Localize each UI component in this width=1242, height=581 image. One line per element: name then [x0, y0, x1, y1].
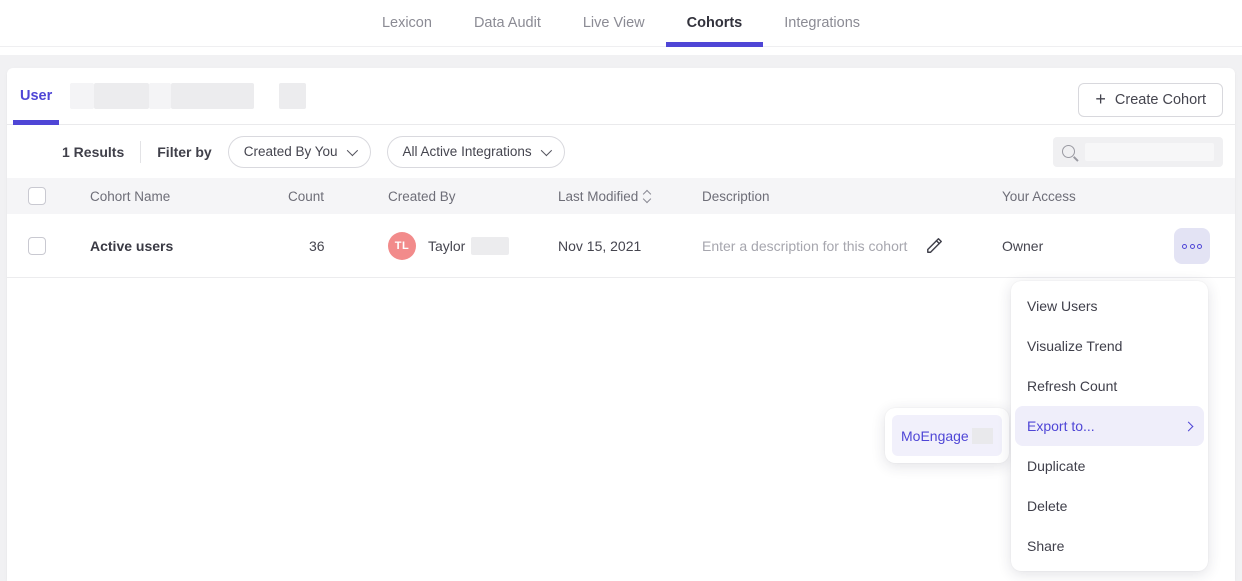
create-cohort-button[interactable]: + Create Cohort: [1078, 83, 1223, 117]
nav-tab-live-view[interactable]: Live View: [562, 0, 666, 46]
header-last-modified[interactable]: Last Modified: [558, 189, 702, 204]
chevron-down-icon: [540, 144, 551, 155]
header-last-modified-label: Last Modified: [558, 189, 638, 204]
created-by-dropdown-value: Created By You: [244, 144, 338, 159]
select-all-checkbox[interactable]: [28, 187, 46, 205]
chevron-down-icon: [346, 144, 357, 155]
redacted-block: [1085, 143, 1214, 161]
menu-item-label: Duplicate: [1027, 458, 1085, 474]
kebab-icon: [1190, 244, 1195, 249]
row-context-menu: View Users Visualize Trend Refresh Count…: [1011, 281, 1208, 571]
created-by-cell: TL Taylor: [388, 232, 558, 260]
redacted-block: [171, 83, 254, 109]
redacted-block: [279, 83, 306, 109]
menu-item-visualize-trend[interactable]: Visualize Trend: [1015, 326, 1204, 366]
menu-item-label: Share: [1027, 538, 1064, 554]
row-checkbox-cell: [7, 237, 90, 255]
submenu-item-label: MoEngage: [901, 428, 969, 444]
plus-icon: +: [1095, 90, 1106, 108]
create-cohort-label: Create Cohort: [1115, 92, 1206, 108]
redacted-block: [972, 428, 993, 444]
header-description: Description: [702, 189, 1002, 204]
kebab-icon: [1182, 244, 1187, 249]
pencil-icon[interactable]: [925, 236, 944, 255]
header-checkbox-cell: [7, 187, 90, 205]
menu-item-label: Refresh Count: [1027, 378, 1117, 394]
menu-item-view-users[interactable]: View Users: [1015, 286, 1204, 326]
menu-item-label: Visualize Trend: [1027, 338, 1122, 354]
menu-item-export-to[interactable]: Export to...: [1015, 406, 1204, 446]
last-modified-cell: Nov 15, 2021: [558, 238, 702, 254]
row-checkbox[interactable]: [28, 237, 46, 255]
kebab-icon: [1197, 244, 1202, 249]
integrations-dropdown[interactable]: All Active Integrations: [387, 136, 565, 168]
table-row: Active users 36 TL Taylor Nov 15, 2021 E…: [7, 214, 1235, 278]
menu-item-duplicate[interactable]: Duplicate: [1015, 446, 1204, 486]
created-by-name: Taylor: [428, 238, 465, 254]
filter-by-label: Filter by: [157, 144, 211, 160]
submenu-item-moengage[interactable]: MoEngage: [892, 415, 1002, 456]
redacted-block: [471, 237, 509, 255]
divider: [140, 141, 141, 163]
nav-tab-integrations[interactable]: Integrations: [763, 0, 881, 46]
header-cohort-name: Cohort Name: [90, 189, 288, 204]
redacted-tabs: [70, 83, 306, 109]
header-created-by: Created By: [388, 189, 558, 204]
main-nav: Lexicon Data Audit Live View Cohorts Int…: [0, 0, 1242, 47]
search-input[interactable]: [1053, 137, 1223, 167]
cohort-count: 36: [288, 238, 388, 254]
row-more-options-button[interactable]: [1174, 228, 1210, 264]
redacted-block: [94, 83, 149, 109]
menu-item-refresh-count[interactable]: Refresh Count: [1015, 366, 1204, 406]
redacted-block: [149, 83, 171, 109]
avatar: TL: [388, 232, 416, 260]
tab-user[interactable]: User: [13, 68, 59, 124]
sort-icon[interactable]: [644, 191, 650, 202]
cohort-name-link[interactable]: Active users: [90, 238, 173, 254]
menu-item-delete[interactable]: Delete: [1015, 486, 1204, 526]
menu-item-label: Export to...: [1027, 418, 1095, 434]
table-header: Cohort Name Count Created By Last Modifi…: [7, 178, 1235, 214]
search-icon: [1062, 145, 1075, 158]
cohort-type-tabs: User + Create Cohort: [7, 68, 1235, 125]
menu-item-label: View Users: [1027, 298, 1098, 314]
created-by-dropdown[interactable]: Created By You: [228, 136, 371, 168]
results-count: 1 Results: [62, 144, 124, 160]
nav-tab-cohorts[interactable]: Cohorts: [666, 0, 764, 46]
integrations-dropdown-value: All Active Integrations: [403, 144, 532, 159]
menu-item-label: Delete: [1027, 498, 1067, 514]
nav-tab-data-audit[interactable]: Data Audit: [453, 0, 562, 46]
export-submenu: MoEngage: [885, 408, 1009, 463]
nav-tab-lexicon[interactable]: Lexicon: [361, 0, 453, 46]
header-your-access: Your Access: [1002, 189, 1235, 204]
menu-item-share[interactable]: Share: [1015, 526, 1204, 566]
filter-bar: 1 Results Filter by Created By You All A…: [7, 125, 1235, 178]
description-placeholder[interactable]: Enter a description for this cohort: [702, 238, 907, 254]
chevron-right-icon: [1184, 421, 1194, 431]
redacted-block: [70, 83, 94, 109]
top-bar: Lexicon Data Audit Live View Cohorts Int…: [0, 0, 1242, 55]
header-count: Count: [288, 189, 388, 204]
